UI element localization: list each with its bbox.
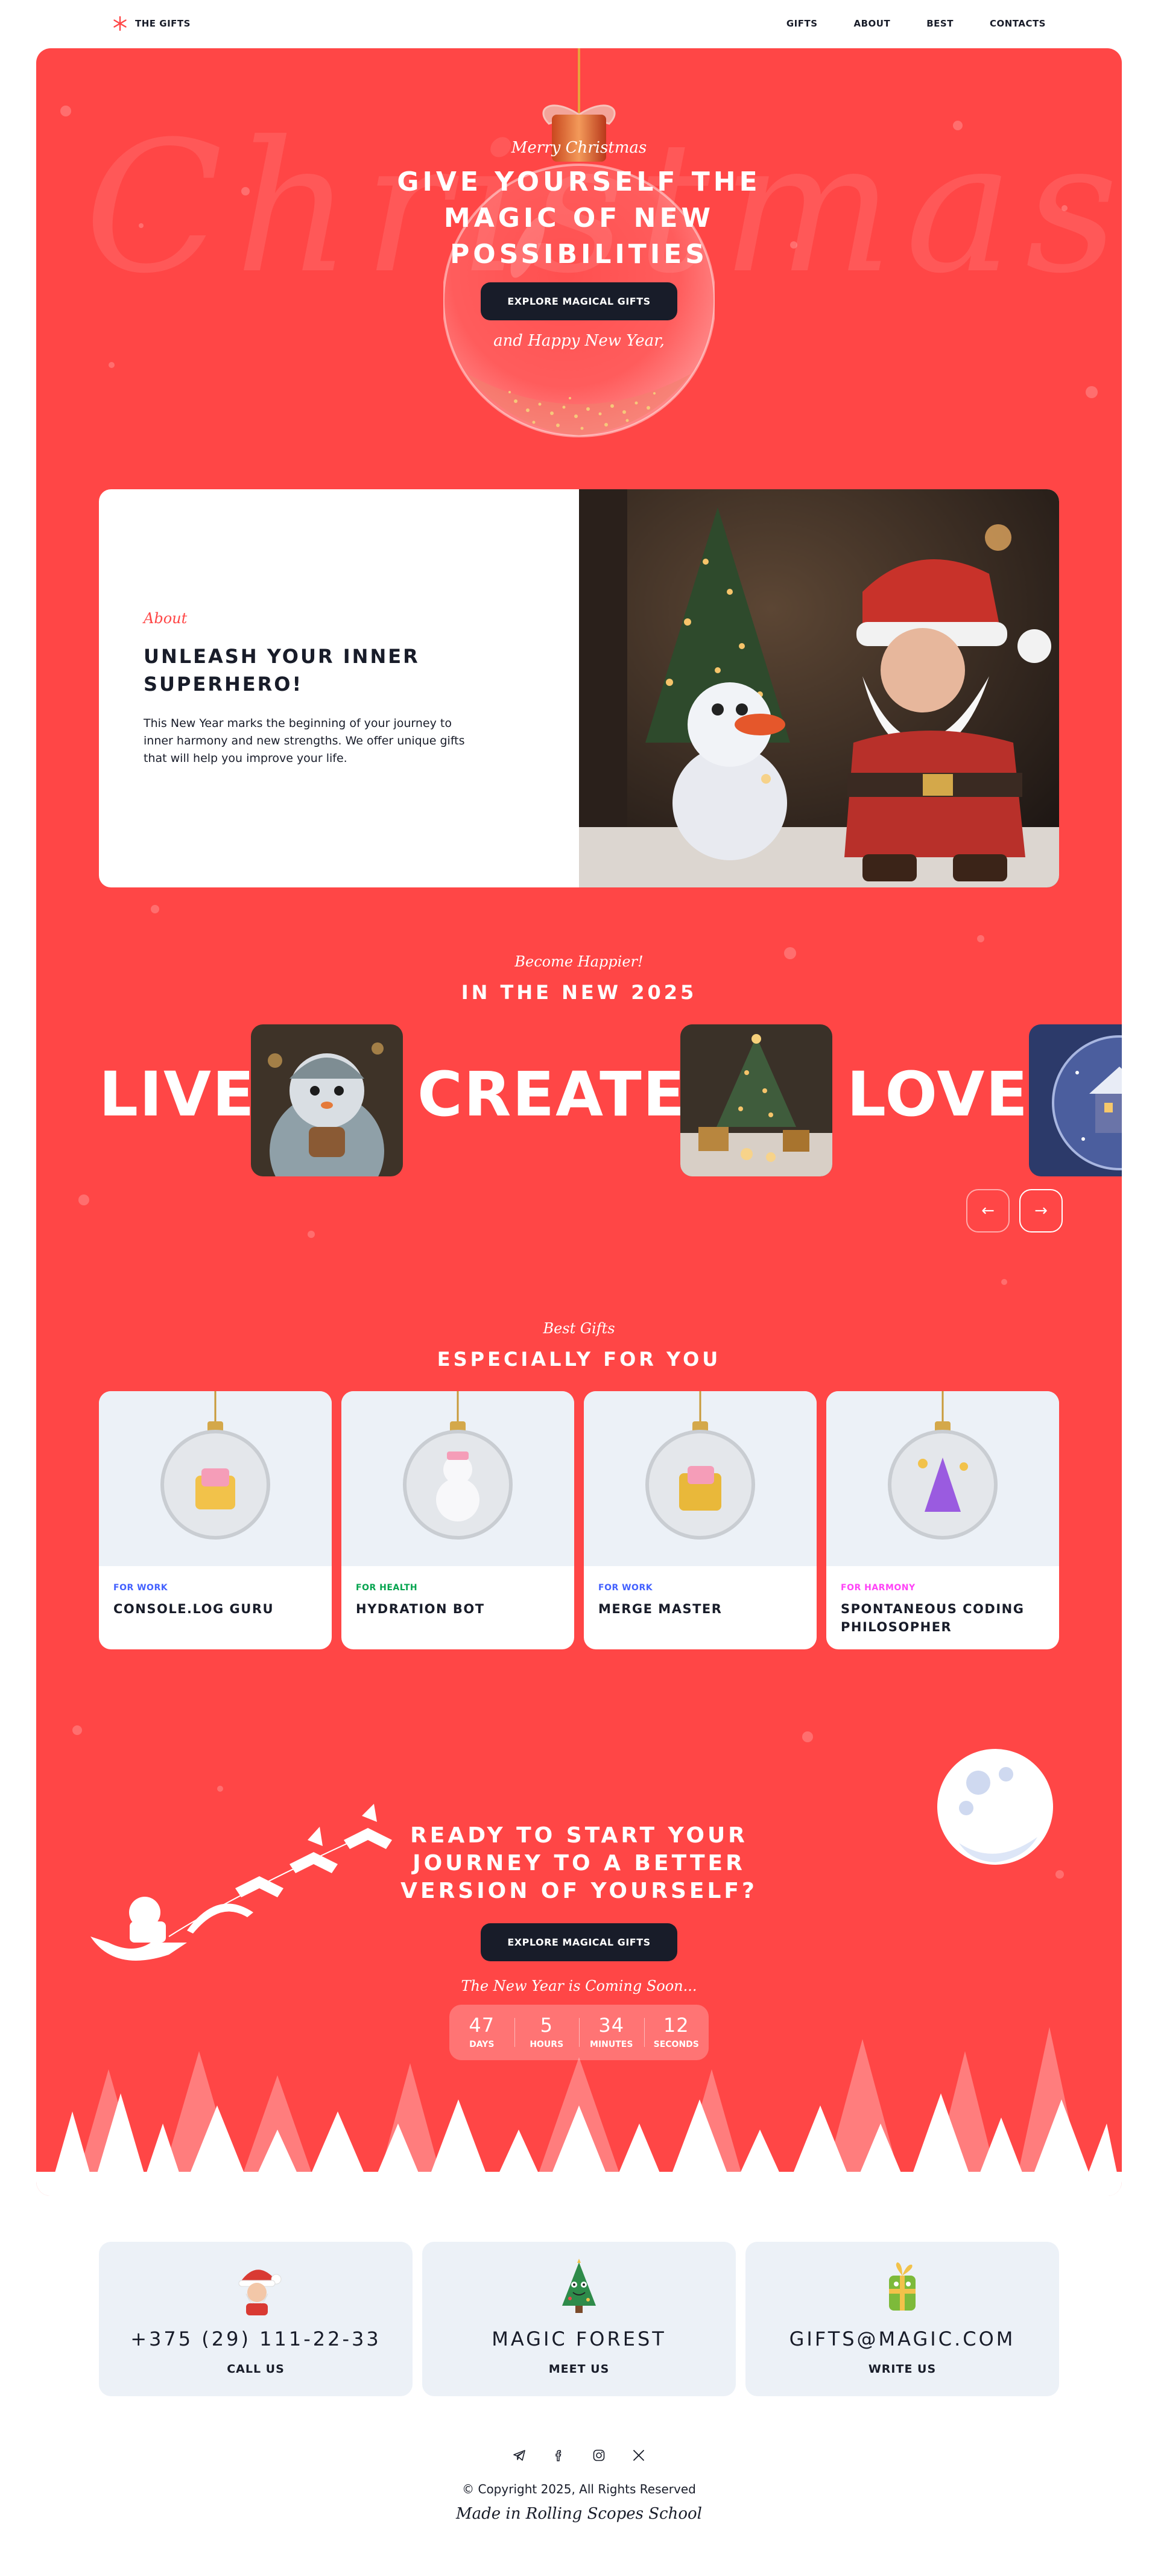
gift-image	[99, 1391, 332, 1566]
hero-title: GIVE YOURSELF THE MAGIC OF NEW POSSIBILI…	[397, 167, 761, 270]
logo-text: THE GIFTS	[135, 18, 191, 29]
snowflake-dot	[308, 1231, 315, 1238]
slide-word-create: CREATE	[417, 1059, 686, 1131]
slider-prev-button[interactable]: ←	[966, 1189, 1010, 1232]
social-links	[0, 2447, 1158, 2464]
gift-card[interactable]: FOR WORK MERGE MASTER	[584, 1391, 817, 1649]
slide-word-live: LIVE	[99, 1059, 256, 1131]
gift-category: FOR HEALTH	[356, 1583, 418, 1593]
contact-phone-label: CALL US	[227, 2362, 285, 2376]
cta-explore-gifts-button[interactable]: EXPLORE MAGICAL GIFTS	[481, 1923, 677, 1961]
logo[interactable]: THE GIFTS	[112, 16, 191, 31]
snowman-slide-image	[251, 1024, 403, 1176]
gift-name: HYDRATION BOT	[356, 1602, 485, 1616]
nav-link-about[interactable]: ABOUT	[854, 18, 891, 29]
arrow-left-icon: ←	[981, 1202, 995, 1220]
moon-icon	[937, 1749, 1053, 1865]
gift-character-icon	[889, 2262, 916, 2311]
x-icon[interactable]	[630, 2447, 647, 2464]
snowflake-dot	[217, 1786, 223, 1792]
hero-top-script: Merry Christmas	[511, 139, 647, 157]
gift-image	[826, 1391, 1059, 1566]
contact-card-phone[interactable]: +375 (29) 111-22-33 CALL US	[99, 2242, 413, 2396]
gift-card[interactable]: FOR HEALTH HYDRATION BOT	[341, 1391, 574, 1649]
gift-category: FOR HARMONY	[841, 1583, 916, 1593]
santa-icon	[238, 2270, 282, 2315]
hero-button-wrap: EXPLORE MAGICAL GIFTS	[36, 282, 1122, 320]
contact-email-value[interactable]: GIFTS@MAGIC.COM	[745, 2327, 1059, 2350]
telegram-icon[interactable]	[511, 2447, 528, 2464]
nav-link-gifts[interactable]: GIFTS	[786, 18, 818, 29]
hero-bottom-script: and Happy New Year,	[493, 332, 665, 350]
snowflake-icon	[113, 16, 127, 31]
contact-phone-value[interactable]: +375 (29) 111-22-33	[99, 2327, 413, 2350]
snowflake-dot	[151, 905, 159, 913]
christmas-tree-icon	[562, 2259, 596, 2313]
cta-title: READY TO START YOUR JOURNEY TO A BETTER …	[400, 1823, 758, 1903]
snowflake-dot	[802, 1731, 813, 1742]
about-section: About UNLEASH YOUR INNER SUPERHERO! This…	[99, 489, 1059, 887]
cta-script: The New Year is Coming Soon...	[461, 1978, 697, 1994]
arrow-right-icon: →	[1034, 1202, 1048, 1220]
gift-image	[341, 1391, 574, 1566]
contact-location-value[interactable]: MAGIC FOREST	[422, 2327, 736, 2350]
snowflake-dot	[1001, 1279, 1007, 1285]
gift-name: MERGE MASTER	[598, 1602, 723, 1616]
snowflake-dot	[109, 362, 115, 368]
snowflake-dot	[72, 1725, 82, 1735]
explore-gifts-button[interactable]: EXPLORE MAGICAL GIFTS	[481, 282, 677, 320]
contact-card-location[interactable]: MAGIC FOREST MEET US	[422, 2242, 736, 2396]
about-label: About	[144, 610, 188, 627]
telegram-icon	[513, 2450, 525, 2461]
snow-globe-slide-image	[1029, 1024, 1122, 1176]
gift-name: CONSOLE.LOG GURU	[113, 1602, 274, 1616]
snowflake-dot	[977, 935, 984, 942]
instagram-icon[interactable]	[590, 2447, 607, 2464]
slider-title: IN THE NEW 2025	[461, 981, 697, 1004]
main-nav: GIFTS ABOUT BEST CONTACTS	[786, 18, 1046, 29]
gift-name: SPONTANEOUS CODING PHILOSOPHER	[841, 1602, 1025, 1634]
snowflake-dot	[60, 106, 71, 116]
snowflake-dot	[1055, 1870, 1064, 1879]
about-copy: About UNLEASH YOUR INNER SUPERHERO! This…	[144, 610, 481, 767]
gift-card[interactable]: FOR HARMONY SPONTANEOUS CODING PHILOSOPH…	[826, 1391, 1059, 1649]
forest-illustration	[36, 2027, 1122, 2196]
gift-ornament-image	[888, 1391, 998, 1540]
instagram-icon	[593, 2449, 605, 2461]
gift-ornament-image	[160, 1391, 270, 1540]
facebook-icon[interactable]	[551, 2447, 568, 2464]
made-in-text[interactable]: Made in Rolling Scopes School	[0, 2505, 1158, 2523]
contact-card-email[interactable]: GIFTS@MAGIC.COM WRITE US	[745, 2242, 1059, 2396]
cta-button-wrap: EXPLORE MAGICAL GIFTS	[36, 1923, 1122, 1961]
slide-word-love: LOVE	[847, 1059, 1029, 1131]
gift-image	[584, 1391, 817, 1566]
snowflake-dot	[78, 1194, 89, 1205]
gift-category: FOR WORK	[113, 1583, 168, 1593]
about-text: This New Year marks the beginning of you…	[144, 717, 465, 765]
gifts-script: Best Gifts	[543, 1320, 615, 1337]
copyright-text: © Copyright 2025, All Rights Reserved	[462, 2482, 696, 2496]
snowflake-dot	[1086, 386, 1098, 398]
contact-location-label: MEET US	[548, 2362, 610, 2376]
gift-category: FOR WORK	[598, 1583, 653, 1593]
santa-and-snowman-image	[579, 489, 1059, 887]
facebook-icon	[555, 2450, 562, 2461]
gift-card[interactable]: FOR WORK CONSOLE.LOG GURU	[99, 1391, 332, 1649]
gifts-title: ESPECIALLY FOR YOU	[437, 1348, 721, 1371]
slider-track: LIVE CREATE LOVE	[36, 1024, 1122, 1179]
christmas-tree-slide-image	[680, 1024, 832, 1176]
site-header: THE GIFTS GIFTS ABOUT BEST CONTACTS	[0, 0, 1158, 48]
slider-script: Become Happier!	[514, 953, 644, 970]
gift-ornament-image	[403, 1391, 513, 1540]
nav-link-best[interactable]: BEST	[926, 18, 954, 29]
x-icon	[633, 2450, 644, 2461]
contact-email-label: WRITE US	[868, 2362, 937, 2376]
slider-next-button[interactable]: →	[1019, 1189, 1063, 1232]
about-title: UNLEASH YOUR INNER SUPERHERO!	[144, 645, 420, 696]
main-panel: Christmas	[36, 48, 1122, 2196]
nav-link-contacts[interactable]: CONTACTS	[990, 18, 1046, 29]
gift-ornament-image	[645, 1391, 755, 1540]
